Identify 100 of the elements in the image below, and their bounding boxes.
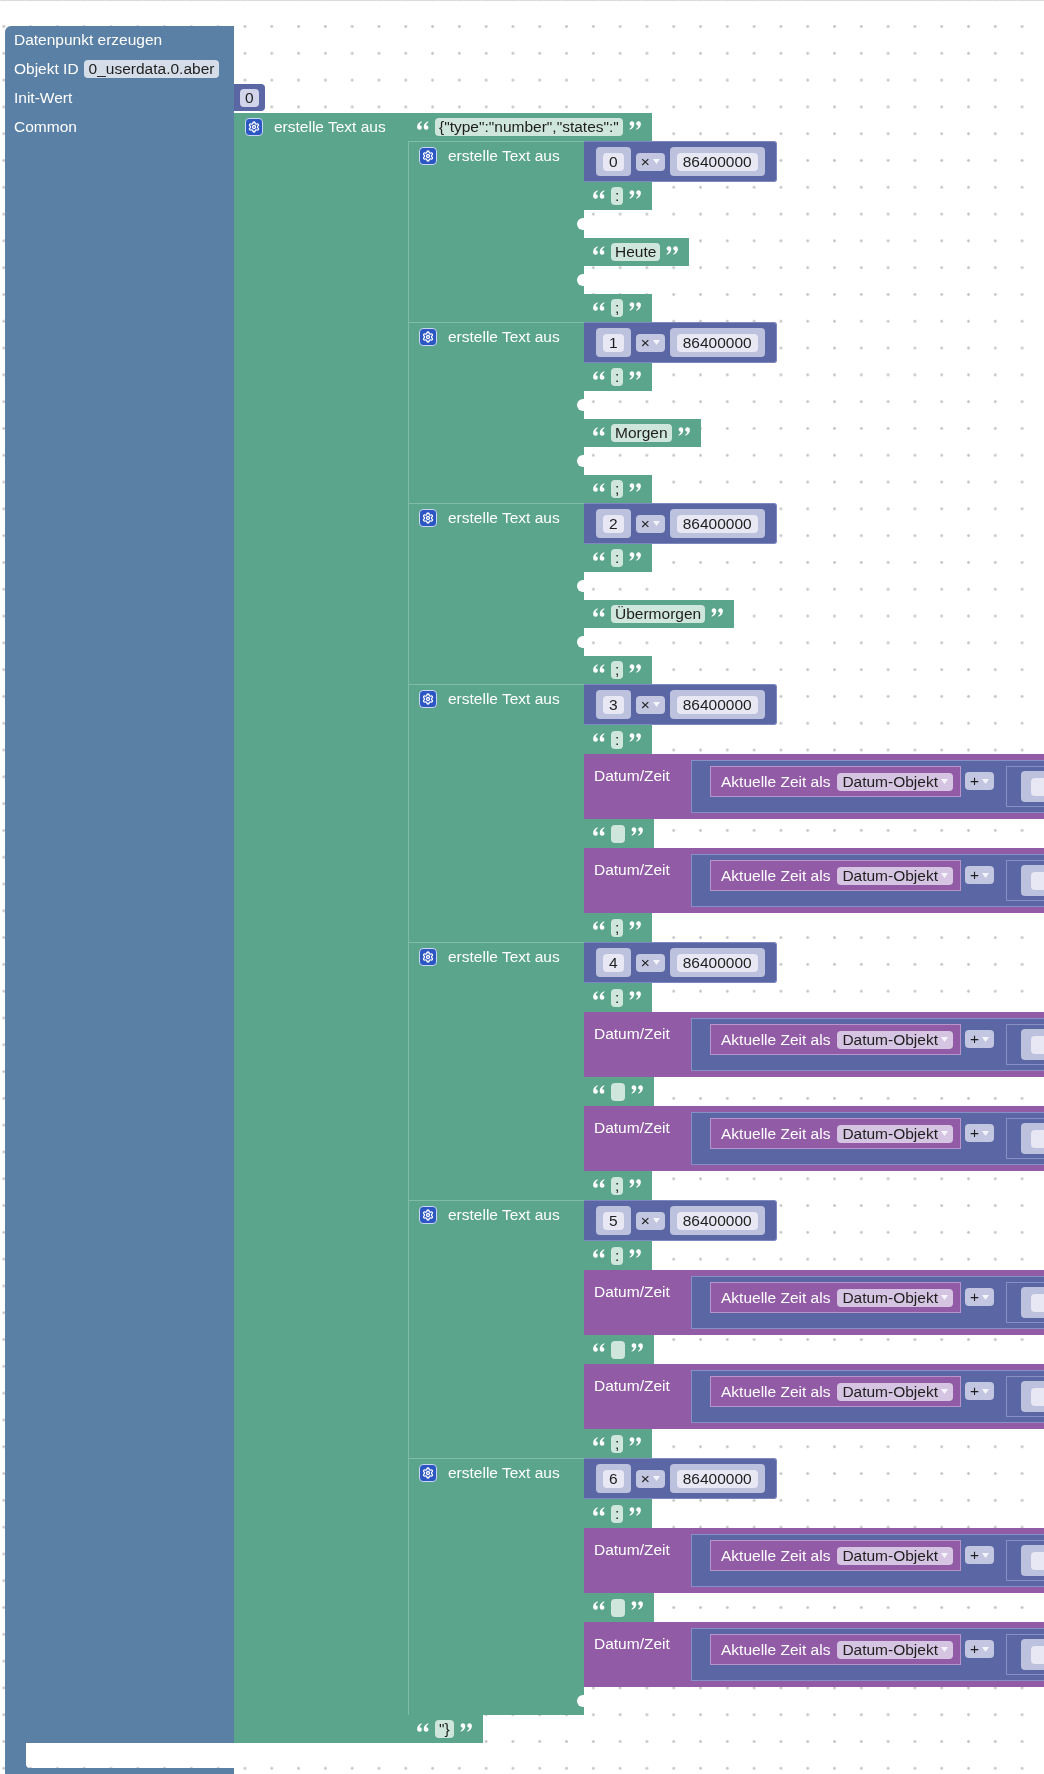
open-quote-icon	[417, 120, 429, 130]
close-quote-icon	[631, 1601, 643, 1610]
empty-text-field[interactable]	[611, 1340, 625, 1359]
number-field[interactable]: 86400000	[676, 333, 758, 352]
text-field[interactable]: ;	[611, 918, 624, 937]
text-field[interactable]: :	[611, 988, 624, 1007]
format-dropdown[interactable]: Datum-Objekt	[837, 1640, 953, 1659]
number-field[interactable]: 86400000	[676, 953, 758, 972]
close-quote-icon	[629, 921, 642, 930]
datetime-label: Datum/Zeit	[594, 1541, 670, 1558]
empty-input-notch	[577, 636, 584, 648]
operator-dropdown[interactable]: ×	[635, 514, 665, 533]
number-field[interactable]: 2	[603, 514, 624, 533]
number-field[interactable]: 0	[240, 88, 259, 107]
number-field[interactable]	[1031, 1551, 1044, 1570]
dropdown-caret-icon	[941, 1131, 948, 1136]
dropdown-caret-icon	[941, 1389, 948, 1394]
empty-text-field[interactable]	[611, 1082, 625, 1101]
operator-dropdown[interactable]: +	[965, 1546, 995, 1564]
number-field[interactable]	[1031, 1387, 1044, 1406]
gear-icon[interactable]	[419, 328, 437, 346]
number-field[interactable]: 4	[603, 953, 624, 972]
datetime-label: Datum/Zeit	[594, 861, 670, 878]
text-field[interactable]: :	[611, 549, 624, 567]
gear-icon[interactable]	[419, 147, 437, 165]
block-title: Datenpunkt erzeugen	[14, 31, 163, 49]
operator-dropdown[interactable]: ×	[635, 953, 665, 972]
close-quote-icon	[666, 245, 679, 255]
number-field[interactable]	[1031, 1645, 1044, 1664]
dropdown-caret-icon	[941, 1647, 948, 1652]
format-dropdown[interactable]: Datum-Objekt	[837, 1124, 953, 1143]
text-field[interactable]: ;	[611, 480, 624, 498]
number-field[interactable]: 1	[603, 333, 624, 352]
format-dropdown[interactable]: Datum-Objekt	[837, 1288, 953, 1307]
format-dropdown[interactable]: Datum-Objekt	[837, 866, 953, 885]
operator-dropdown[interactable]: ×	[635, 333, 665, 352]
gear-icon[interactable]	[245, 118, 263, 136]
text-field[interactable]: Heute	[611, 243, 661, 261]
operator-dropdown[interactable]: ×	[635, 1469, 665, 1488]
object-id-field[interactable]: 0_userdata.0.aber	[83, 59, 220, 78]
gear-icon[interactable]	[419, 948, 437, 966]
operator-dropdown[interactable]: ×	[635, 695, 665, 714]
operator-dropdown[interactable]: +	[965, 866, 995, 884]
operator-dropdown[interactable]: +	[965, 772, 995, 790]
number-field[interactable]: 0	[603, 152, 624, 171]
dropdown-caret-icon	[652, 1218, 660, 1223]
number-field[interactable]	[1031, 1035, 1044, 1054]
text-field[interactable]: Morgen	[611, 424, 672, 442]
number-field[interactable]	[1031, 1293, 1044, 1312]
gear-icon[interactable]	[419, 690, 437, 708]
open-quote-icon	[593, 1437, 605, 1446]
operator-dropdown[interactable]: ×	[635, 1211, 665, 1230]
number-field[interactable]	[1031, 777, 1044, 796]
text-field[interactable]: ;	[611, 661, 624, 679]
operator-dropdown[interactable]: +	[965, 1640, 995, 1658]
operator-dropdown[interactable]: +	[965, 1382, 995, 1400]
close-quote-icon	[628, 120, 641, 130]
text-field[interactable]: {"type":"number","states":"	[435, 118, 623, 136]
text-field[interactable]: :	[611, 368, 624, 386]
open-quote-icon	[593, 301, 605, 311]
text-field[interactable]: :	[611, 187, 624, 205]
gear-icon[interactable]	[419, 1206, 437, 1224]
text-field[interactable]: ;	[611, 1434, 624, 1453]
format-dropdown[interactable]: Datum-Objekt	[837, 1030, 953, 1049]
text-field[interactable]: "}	[435, 1720, 454, 1738]
text-field[interactable]: :	[611, 730, 624, 749]
current-time-label: Aktuelle Zeit als	[721, 772, 831, 791]
empty-text-field[interactable]	[611, 824, 625, 843]
open-quote-icon	[593, 1601, 605, 1610]
dropdown-caret-icon	[652, 1476, 660, 1481]
datetime-label: Datum/Zeit	[594, 1025, 670, 1042]
number-field[interactable]: 6	[603, 1469, 624, 1488]
number-field[interactable]: 86400000	[676, 1211, 758, 1230]
gear-icon[interactable]	[419, 509, 437, 527]
text-field[interactable]: ;	[611, 1176, 624, 1195]
operator-dropdown[interactable]: +	[965, 1124, 995, 1142]
empty-input-notch	[577, 455, 584, 467]
operator-dropdown[interactable]: ×	[635, 152, 665, 171]
dropdown-caret-icon	[982, 1552, 990, 1558]
close-quote-icon	[629, 482, 642, 492]
text-field[interactable]: :	[611, 1504, 624, 1523]
number-field[interactable]: 5	[603, 1211, 624, 1230]
operator-dropdown[interactable]: +	[965, 1030, 995, 1048]
gear-icon[interactable]	[419, 1464, 437, 1482]
number-field[interactable]: 86400000	[676, 695, 758, 714]
operator-dropdown[interactable]: +	[965, 1288, 995, 1306]
text-field[interactable]: Übermorgen	[611, 605, 706, 623]
number-field[interactable]: 86400000	[676, 1469, 758, 1488]
empty-text-field[interactable]	[611, 1598, 625, 1617]
number-field[interactable]	[1031, 871, 1044, 890]
format-dropdown[interactable]: Datum-Objekt	[837, 772, 953, 791]
format-dropdown[interactable]: Datum-Objekt	[837, 1382, 953, 1401]
number-field[interactable]: 3	[603, 695, 624, 714]
text-field[interactable]: ;	[611, 299, 624, 317]
text-field[interactable]: :	[611, 1246, 624, 1265]
number-field[interactable]: 86400000	[676, 152, 758, 171]
number-field[interactable]	[1031, 1129, 1044, 1148]
format-dropdown[interactable]: Datum-Objekt	[837, 1546, 953, 1565]
number-field[interactable]: 86400000	[676, 514, 758, 533]
open-quote-icon	[593, 189, 605, 199]
